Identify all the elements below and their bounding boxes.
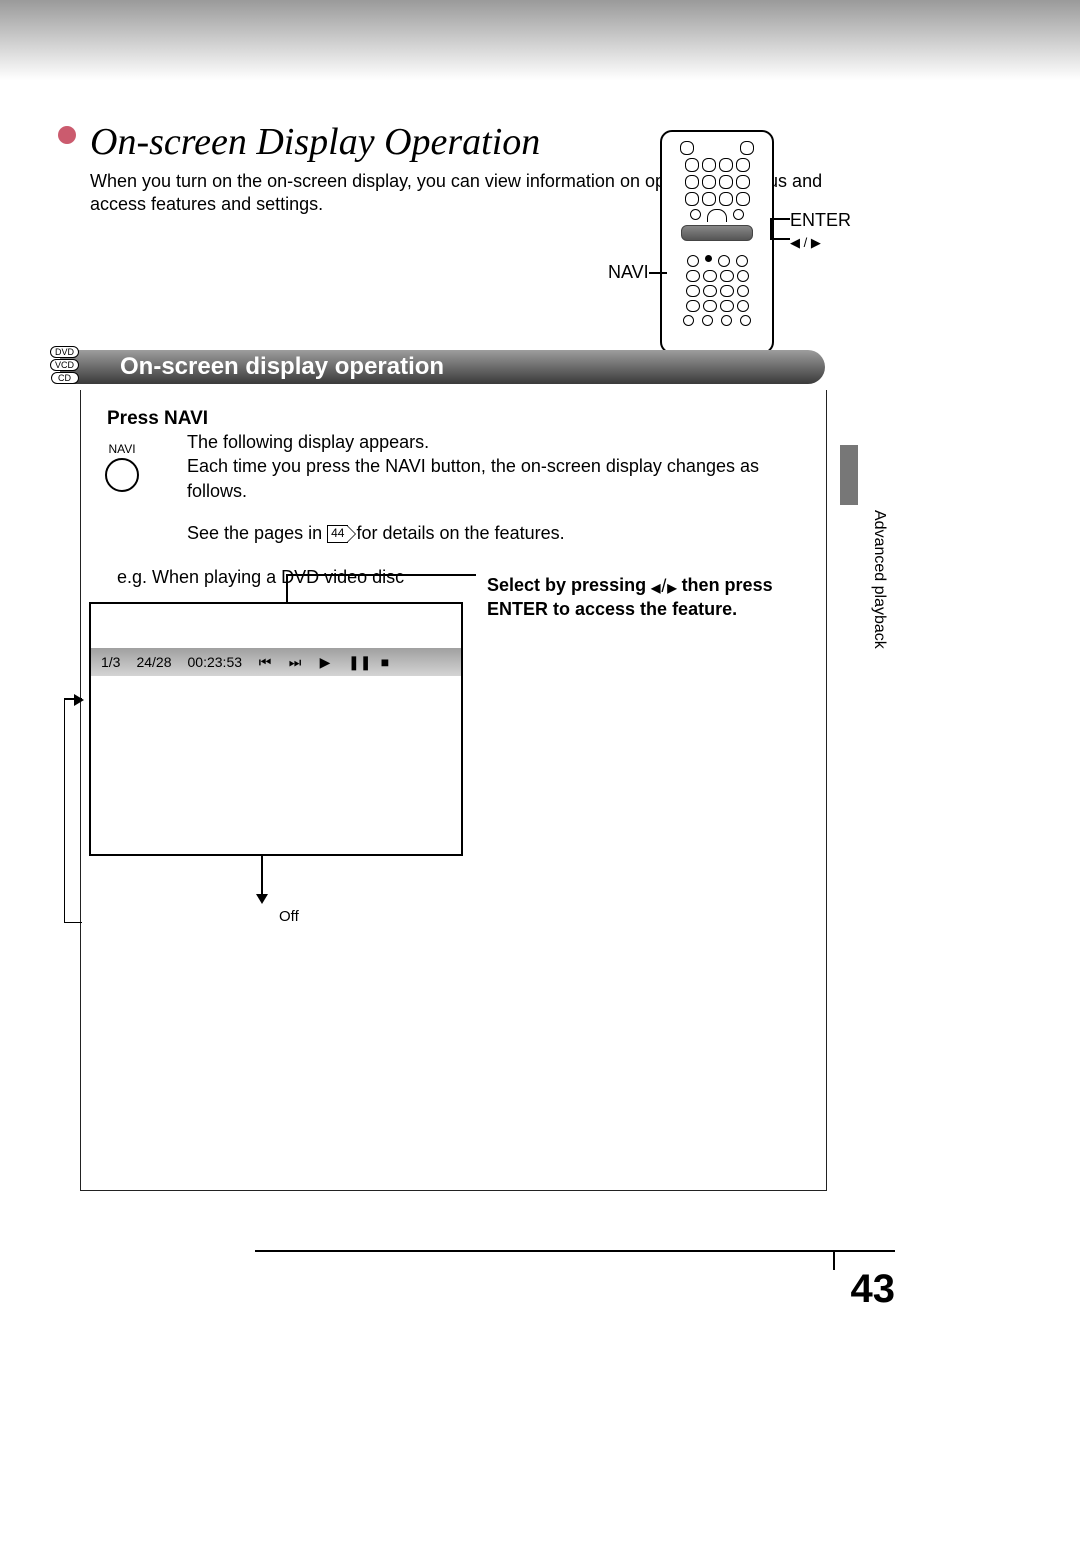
skip-forward-icon: ⏭ (288, 654, 302, 671)
section-title: On-screen display operation (120, 353, 444, 381)
page-number: 43 (851, 1267, 896, 1312)
play-icon: ▶ (318, 654, 332, 671)
flow-loop-line (64, 700, 82, 923)
off-state-label: Off (279, 908, 299, 925)
left-right-arrows-icon: / (651, 575, 676, 598)
step-reference-line: See the pages in 44 for details on the f… (187, 521, 800, 545)
selection-instruction: Select by pressing / then press ENTER to… (487, 574, 773, 620)
flow-arrow-down-icon (261, 856, 263, 902)
pause-icon: ❚❚ (348, 654, 362, 671)
page-reference-tag: 44 (327, 525, 348, 543)
step-heading: Press NAVI (107, 408, 800, 430)
remote-diagram (660, 130, 774, 354)
section-header-bar: DVD VCD CD On-screen display operation (60, 350, 825, 384)
badge-cd: CD (51, 372, 79, 384)
osd-time: 00:23:53 (188, 654, 243, 670)
page-title: On-screen Display Operation (90, 121, 540, 163)
title-bullet-icon (58, 126, 76, 144)
thumb-index-tab (840, 445, 858, 505)
section-side-label: Advanced playback (870, 510, 888, 649)
step-line-2: Each time you press the NAVI button, the… (187, 454, 800, 503)
footer-rule (255, 1250, 895, 1252)
osd-screen-mock: 1/3 24/28 00:23:53 ⏮ ⏭ ▶ ❚❚ ■ (89, 602, 463, 856)
remote-left-right-icon: ◀ / ▶ (790, 235, 851, 251)
badge-vcd: VCD (50, 359, 79, 371)
navi-button-illustration: NAVI (105, 442, 139, 492)
page-top-gradient (0, 0, 1080, 80)
osd-title-counter: 1/3 (101, 654, 120, 670)
step-line-1: The following display appears. (187, 430, 800, 454)
remote-enter-label: ENTER (790, 210, 851, 230)
skip-back-icon: ⏮ (258, 654, 272, 671)
osd-chapter-counter: 24/28 (136, 654, 171, 670)
remote-navi-label: NAVI (608, 262, 649, 282)
osd-status-bar: 1/3 24/28 00:23:53 ⏮ ⏭ ▶ ❚❚ ■ (91, 648, 461, 676)
stop-icon: ■ (378, 654, 392, 670)
badge-dvd: DVD (50, 346, 79, 358)
instruction-panel: Press NAVI NAVI The following display ap… (80, 390, 827, 1191)
